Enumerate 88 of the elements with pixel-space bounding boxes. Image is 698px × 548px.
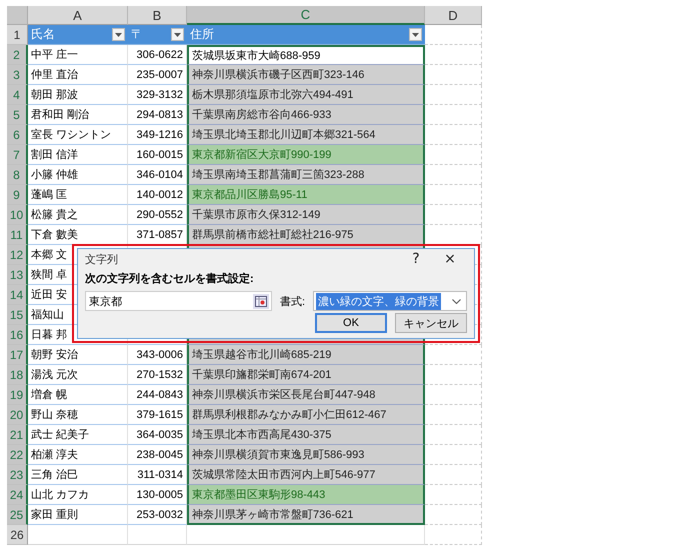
range-picker-icon[interactable]	[253, 294, 269, 308]
row-number[interactable]: 26	[7, 525, 28, 545]
table-cell: 仲里 直治	[28, 65, 128, 85]
help-button[interactable]: ?	[399, 251, 433, 267]
table-cell: 小籐 仲雄	[28, 165, 128, 185]
row-number[interactable]: 13	[7, 265, 28, 285]
table-cell: 茨城県常陸太田市西河内上町546-977	[187, 465, 425, 485]
filter-dropdown-icon[interactable]	[112, 28, 125, 41]
column-header[interactable]: D	[425, 6, 482, 25]
empty-cell[interactable]	[187, 525, 425, 545]
row-number[interactable]: 10	[7, 205, 28, 225]
table-cell: 神奈川県横浜市磯子区西町323-146	[187, 65, 425, 85]
text-input-field[interactable]: 東京都	[85, 291, 272, 311]
table-cell: 千葉県印旛郡栄町南674-201	[187, 365, 425, 385]
table-cell: 群馬県前橋市総社町総社216-975	[187, 225, 425, 245]
table-cell: 群馬県利根郡みなかみ町小仁田612-467	[187, 405, 425, 425]
table-cell: 増倉 幌	[28, 385, 128, 405]
table-cell: 野山 奈穂	[28, 405, 128, 425]
row-number[interactable]: 22	[7, 445, 28, 465]
table-cell: 埼玉県北埼玉郡北川辺町本郷321-564	[187, 125, 425, 145]
header-label: 住所	[190, 26, 214, 43]
table-cell: 山北 カフカ	[28, 485, 128, 505]
dialog-title: 文字列	[85, 252, 119, 266]
row-number[interactable]: 3	[7, 65, 28, 85]
row-number[interactable]: 19	[7, 385, 28, 405]
row-number[interactable]: 6	[7, 125, 28, 145]
cancel-button[interactable]: キャンセル	[395, 313, 467, 333]
ok-button[interactable]: OK	[315, 313, 387, 333]
table-cell: 割田 信洋	[28, 145, 128, 165]
column-header[interactable]: A	[28, 6, 128, 25]
table-cell: 朝田 那波	[28, 85, 128, 105]
row-number[interactable]: 2	[7, 45, 28, 65]
column-header[interactable]: B	[128, 6, 187, 25]
column-header[interactable]: C	[187, 6, 425, 25]
row-number[interactable]: 9	[7, 185, 28, 205]
table-cell: 三角 治巳	[28, 465, 128, 485]
table-cell: 柏瀬 淳夫	[28, 445, 128, 465]
filter-dropdown-icon[interactable]	[171, 28, 184, 41]
caret-icon	[449, 298, 464, 304]
row-number[interactable]: 8	[7, 165, 28, 185]
table-cell: 神奈川県横須賀市東逸見町586-993	[187, 445, 425, 465]
close-button[interactable]: ×	[433, 251, 467, 267]
table-cell: 室長 ワシントン	[28, 125, 128, 145]
table-cell: 千葉県市原市久保312-149	[187, 205, 425, 225]
table-cell: 武士 紀美子	[28, 425, 128, 445]
table-cell: 神奈川県横浜市栄区長尾台町447-948	[187, 385, 425, 405]
table-cell: 中平 庄一	[28, 45, 128, 65]
table-cell: 松籐 貴之	[28, 205, 128, 225]
row-number[interactable]: 1	[7, 25, 28, 45]
row-number[interactable]: 12	[7, 245, 28, 265]
row-number[interactable]: 23	[7, 465, 28, 485]
row-number[interactable]: 24	[7, 485, 28, 505]
header-label: 氏名	[31, 26, 55, 43]
row-number[interactable]: 11	[7, 225, 28, 245]
row-number[interactable]: 25	[7, 505, 28, 525]
format-label: 書式:	[280, 294, 306, 308]
table-cell: 埼玉県南埼玉郡菖蒲町三箇323-288	[187, 165, 425, 185]
header-label: 〒	[131, 26, 143, 43]
table-cell: 千葉県南房総市谷向466-933	[187, 105, 425, 125]
format-dropdown[interactable]: 濃い緑の文字、緑の背景	[313, 291, 467, 311]
table-cell: 茨城県坂東市大崎688-959	[187, 45, 425, 65]
row-number[interactable]: 7	[7, 145, 28, 165]
filter-dropdown-icon[interactable]	[409, 28, 422, 41]
table-cell: 東京都品川区勝島95-11	[187, 185, 425, 205]
table-cell: 栃木県那須塩原市北弥六494-491	[187, 85, 425, 105]
table-cell: 蓬嶋 匡	[28, 185, 128, 205]
row-number[interactable]: 4	[7, 85, 28, 105]
select-all-corner[interactable]	[7, 6, 28, 25]
row-number[interactable]: 5	[7, 105, 28, 125]
row-number[interactable]: 14	[7, 285, 28, 305]
row-number[interactable]: 21	[7, 425, 28, 445]
table-cell: 埼玉県北本市西高尾430-375	[187, 425, 425, 445]
row-number[interactable]: 16	[7, 325, 28, 345]
table-cell: 下倉 數美	[28, 225, 128, 245]
row-number[interactable]: 17	[7, 345, 28, 365]
empty-cell[interactable]	[128, 525, 187, 545]
table-cell: 湯浅 元次	[28, 365, 128, 385]
row-number[interactable]: 18	[7, 365, 28, 385]
table-cell: 君和田 剛治	[28, 105, 128, 125]
row-number[interactable]: 15	[7, 305, 28, 325]
table-cell: 神奈川県茅ヶ崎市常盤町736-621	[187, 505, 425, 525]
table-cell: 東京都墨田区東駒形98-443	[187, 485, 425, 505]
empty-cell[interactable]	[425, 525, 482, 545]
table-cell: 家田 重則	[28, 505, 128, 525]
table-cell: 東京都新宿区大京町990-199	[187, 145, 425, 165]
table-cell: 埼玉県越谷市北川崎685-219	[187, 345, 425, 365]
table-cell: 朝野 安治	[28, 345, 128, 365]
row-number[interactable]: 20	[7, 405, 28, 425]
